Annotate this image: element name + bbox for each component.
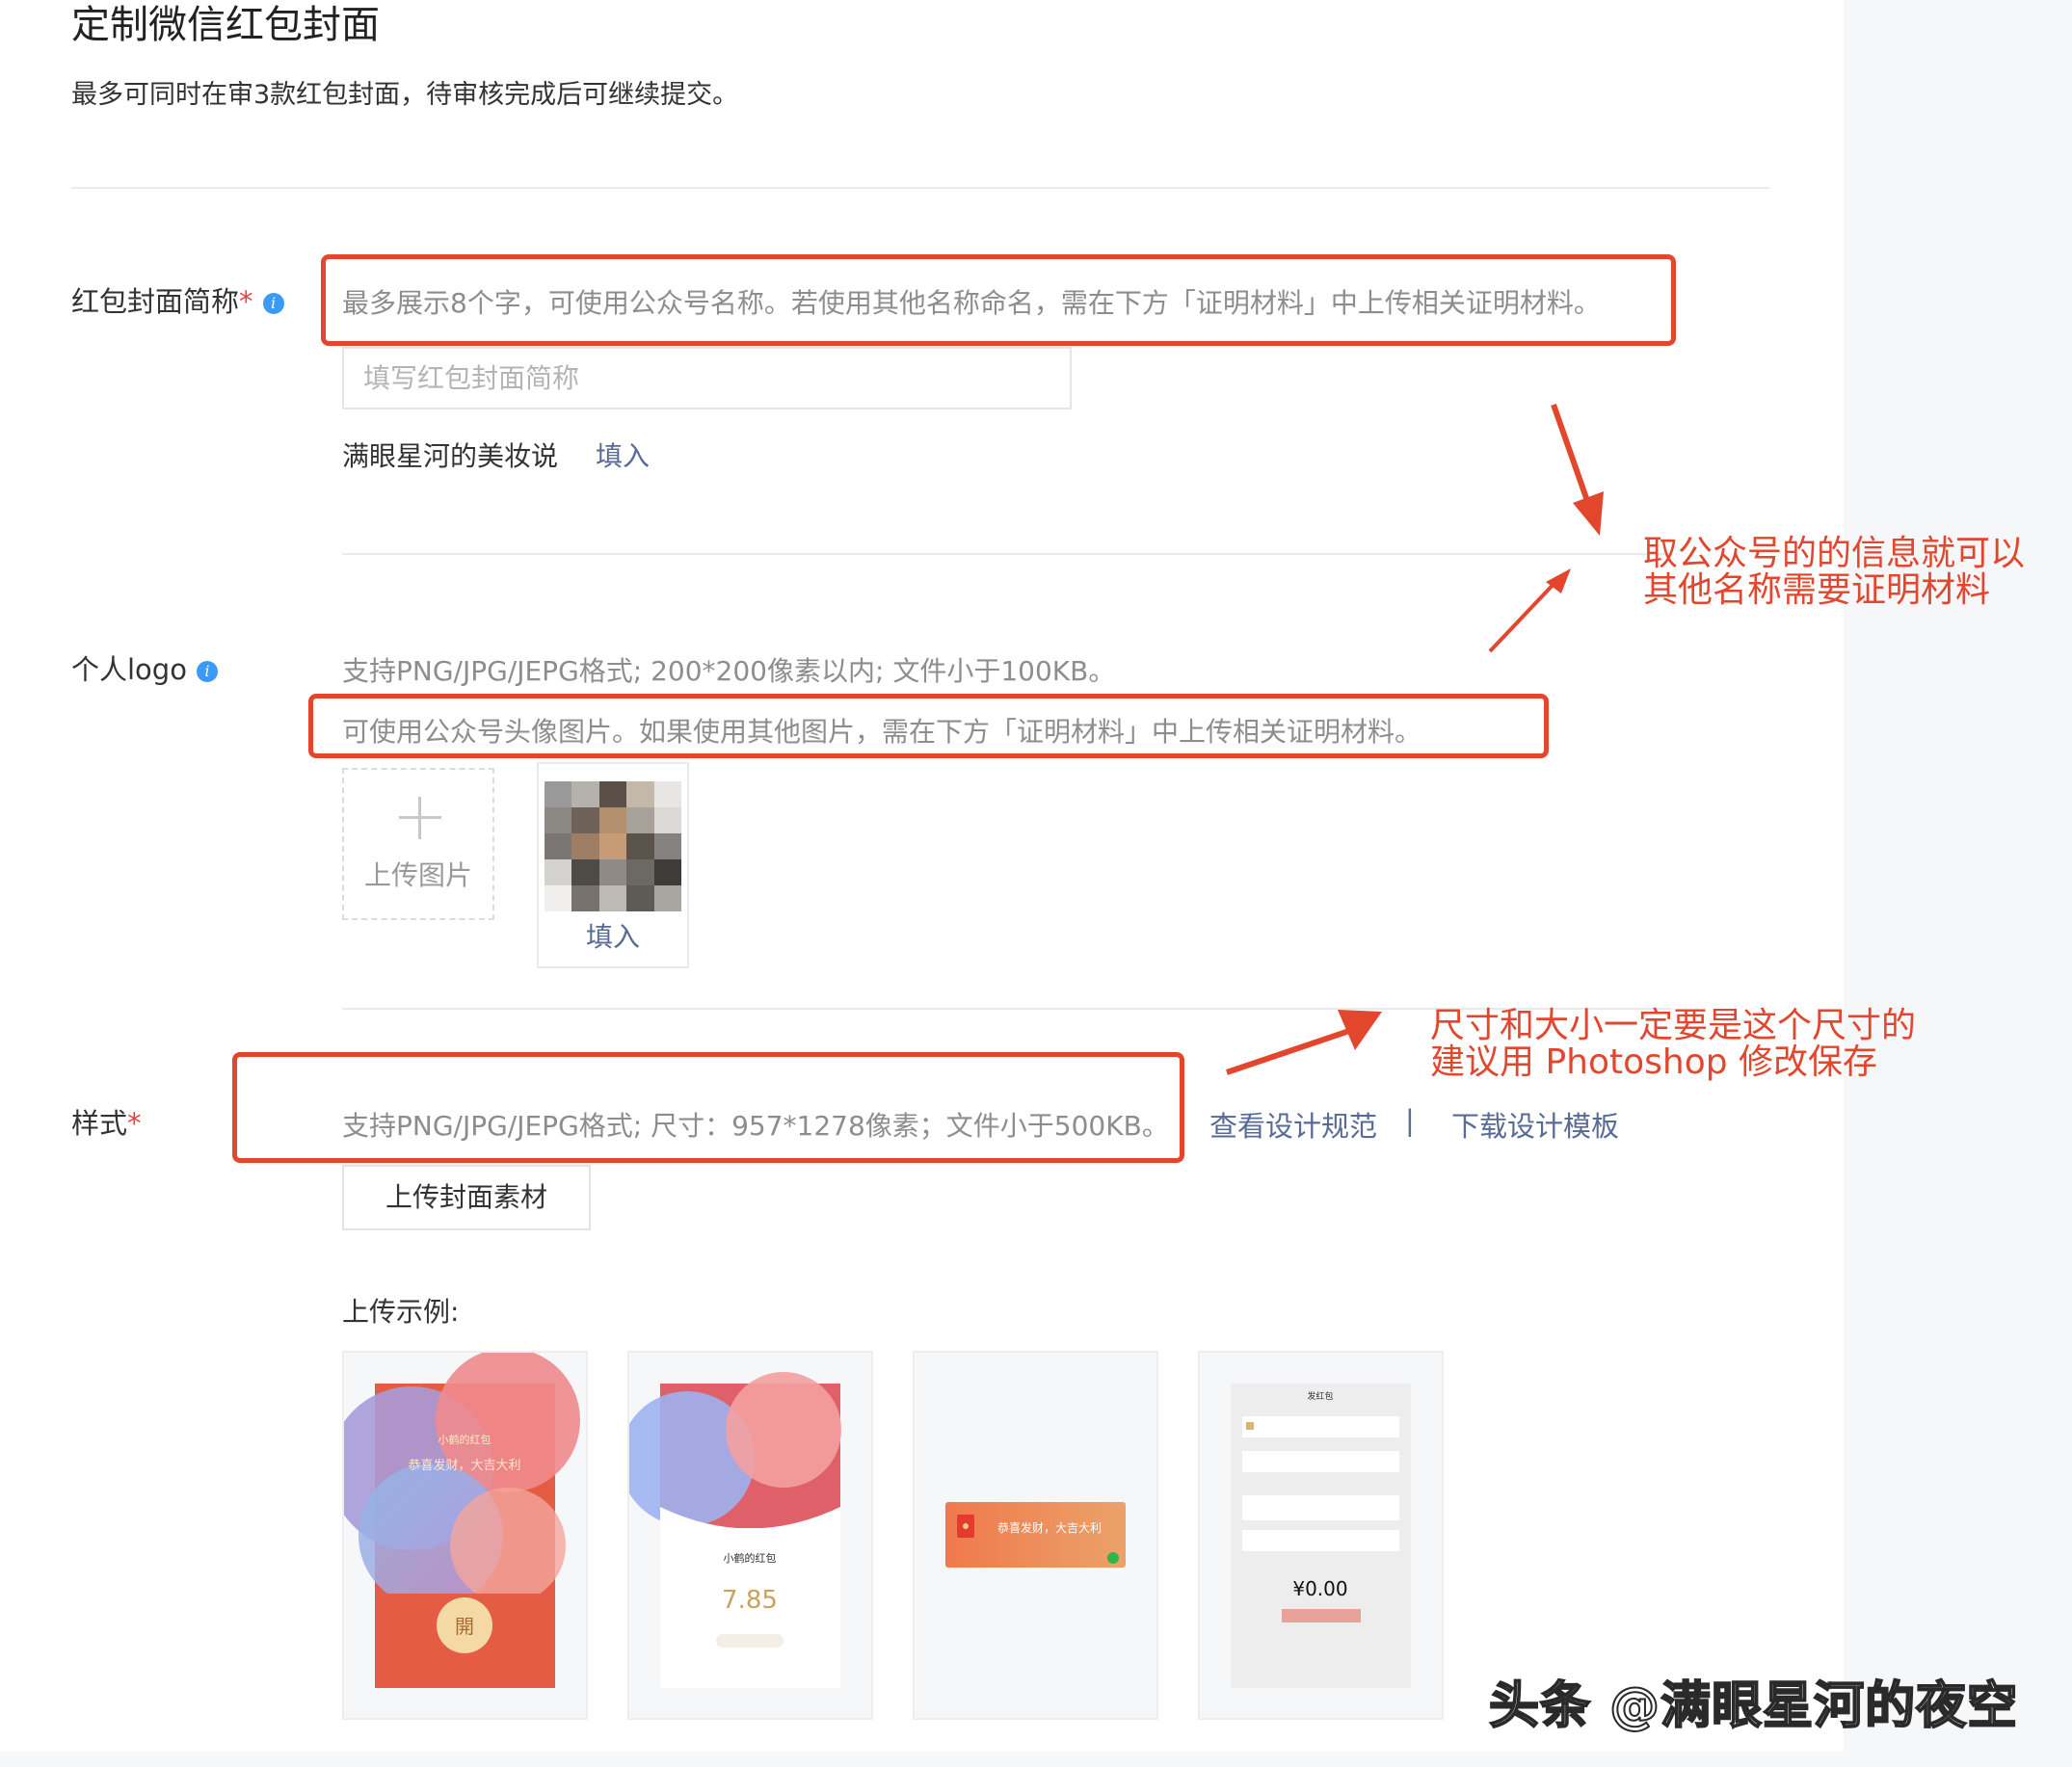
cover-name-input[interactable]	[342, 347, 1072, 409]
avatar-image	[545, 781, 681, 911]
header-divider	[71, 187, 1769, 189]
bottom-margin-panel	[0, 1752, 2072, 1767]
example-card: 恭喜发财，大吉大利	[913, 1351, 1158, 1720]
example-card: 小鹤的红包 7.85	[627, 1351, 873, 1720]
suggested-name: 满眼星河的美妆说	[342, 440, 559, 472]
highlight-box	[308, 694, 1549, 758]
logo-field-label: 个人logo i	[71, 647, 218, 688]
example-header: 发红包	[1307, 1390, 1333, 1402]
logo-format-hint: 支持PNG/JPG/JEPG格式; 200*200像素以内; 文件小于100KB…	[342, 655, 1116, 687]
example-opened-graphic: 小鹤的红包 7.85	[629, 1372, 841, 1688]
name-divider	[342, 553, 1672, 555]
highlight-box	[321, 254, 1676, 346]
example-title: 小鹤的红包	[438, 1433, 491, 1446]
highlight-box	[232, 1052, 1184, 1163]
required-mark: *	[127, 1107, 142, 1140]
example-bubble-graphic: 恭喜发财，大吉大利	[945, 1502, 1126, 1568]
upload-logo-button[interactable]: 上传图片	[342, 768, 494, 920]
example-amount: ¥0.00	[1292, 1577, 1347, 1600]
arrow-to-style-hint	[1226, 1028, 1350, 1075]
link-separator: |	[1405, 1104, 1415, 1137]
logo-field-label-text: 个人logo	[71, 653, 187, 686]
info-icon[interactable]: i	[262, 293, 284, 314]
annotation-line: 尺寸和大小一定要是这个尺寸的	[1430, 1006, 1917, 1045]
name-field-label: 红包封面简称* i	[71, 279, 284, 320]
example-label: 上传示例:	[342, 1296, 460, 1328]
plus-icon	[399, 797, 441, 839]
avatar-fill-link[interactable]: 填入	[539, 916, 687, 955]
annotation-line: 建议用 Photoshop 修改保存	[1430, 1042, 1878, 1082]
annotation-note-1: 取公众号的的信息就可以 其他名称需要证明材料	[1643, 536, 2025, 609]
account-avatar-card[interactable]: 填入	[537, 762, 689, 968]
example-card: 发红包 ¥0.00	[1198, 1351, 1444, 1720]
view-design-spec-link[interactable]: 查看设计规范	[1209, 1104, 1377, 1145]
name-field-label-text: 红包封面简称	[71, 285, 240, 318]
annotation-note-2: 尺寸和大小一定要是这个尺寸的 建议用 Photoshop 修改保存	[1430, 1008, 1916, 1081]
upload-logo-label: 上传图片	[363, 859, 472, 891]
annotation-line: 其他名称需要证明材料	[1643, 570, 1991, 610]
example-greeting: 恭喜发财，大吉大利	[997, 1520, 1102, 1535]
example-greeting: 恭喜发财，大吉大利	[408, 1458, 520, 1473]
fill-name-link[interactable]: 填入	[596, 435, 650, 474]
example-send-graphic: 发红包 ¥0.00	[1231, 1384, 1411, 1688]
example-cover-graphic: 小鹤的红包 恭喜发财，大吉大利 開	[344, 1353, 580, 1688]
download-template-link[interactable]: 下载设计模板	[1451, 1104, 1619, 1145]
example-card: 小鹤的红包 恭喜发财，大吉大利 開	[342, 1351, 588, 1720]
required-mark: *	[239, 285, 253, 318]
example-amount: 7.85	[722, 1586, 778, 1615]
example-title: 小鹤的红包	[724, 1551, 777, 1565]
arrow-to-logo-hint	[1488, 576, 1561, 653]
info-icon[interactable]: i	[196, 661, 218, 682]
style-field-label-text: 样式	[71, 1107, 128, 1140]
right-margin-panel	[1844, 0, 2072, 1767]
upload-cover-button[interactable]: 上传封面素材	[342, 1165, 591, 1230]
style-field-label: 样式*	[71, 1101, 142, 1142]
page-title: 定制微信红包封面	[71, 3, 380, 47]
annotation-line: 取公众号的的信息就可以	[1643, 534, 2026, 573]
page-subtitle: 最多可同时在审3款红包封面，待审核完成后可继续提交。	[71, 80, 739, 110]
open-button-glyph: 開	[455, 1615, 474, 1638]
arrow-to-name-hint	[1551, 404, 1595, 515]
watermark: 头条 @满眼星河的夜空	[1488, 1676, 2019, 1736]
